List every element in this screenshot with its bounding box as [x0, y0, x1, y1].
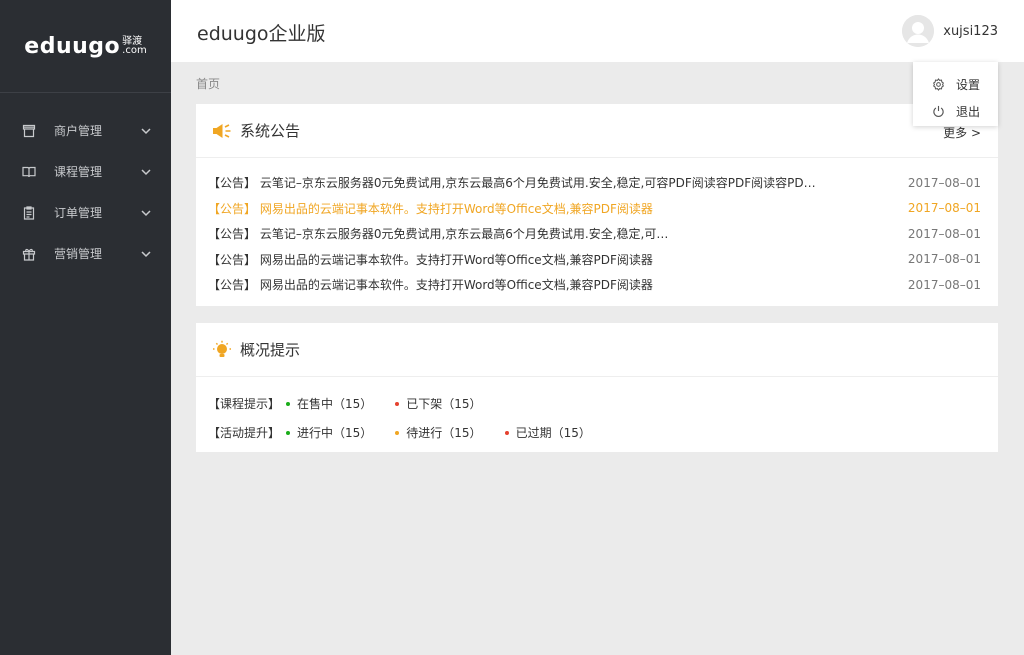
- gift-icon: [22, 247, 36, 261]
- notice-date: 2017–08–01: [907, 252, 981, 267]
- notice-panel: 系统公告 更多 > 【公告】 云笔记–京东云服务器0元免费试用,京东云最高6个月…: [196, 104, 998, 306]
- logo-text: eduugo: [24, 33, 121, 59]
- status-dot: [286, 430, 290, 435]
- status-dot: [395, 401, 400, 406]
- store-icon: [22, 124, 36, 138]
- notice-date: 2017–08–01: [907, 175, 981, 190]
- notice-text: 【公告】 网易出品的云端记事本软件。支持打开Word等Office文档,兼容PD…: [208, 278, 653, 293]
- sidebar-item-marketing[interactable]: 营销管理: [0, 233, 171, 274]
- notice-list: 【公告】 云笔记–京东云服务器0元免费试用,京东云最高6个月免费试用.安全,稳定…: [196, 158, 998, 298]
- status-dot: [395, 430, 400, 435]
- overview-panel: 概况提示 【课程提示】 在售中（15） 已下架（15） 【活动提升】 进行中（1…: [196, 323, 998, 452]
- notice-text: 【公告】 网易出品的云端记事本软件。支持打开Word等Office文档,兼容PD…: [208, 201, 653, 216]
- sidebar: eduugo 驿渡 .com 商户管理 课程管理 订单管理 营销管理: [0, 0, 171, 655]
- settings-label: 设置: [956, 78, 981, 92]
- stat-expired[interactable]: 已过期（15）: [504, 424, 591, 441]
- stat-on-sale[interactable]: 在售中（15）: [286, 395, 372, 412]
- avatar: [902, 15, 935, 47]
- notice-item[interactable]: 【公告】 网易出品的云端记事本软件。支持打开Word等Office文档,兼容PD…: [196, 272, 998, 298]
- notice-panel-title: 系统公告: [240, 122, 301, 140]
- sidebar-item-course[interactable]: 课程管理: [0, 151, 171, 192]
- notice-text: 【公告】 网易出品的云端记事本软件。支持打开Word等Office文档,兼容PD…: [208, 252, 653, 267]
- logout-label: 退出: [956, 105, 981, 119]
- settings-menu-item[interactable]: 设置: [913, 71, 998, 98]
- notice-date: 2017–08–01: [907, 226, 981, 241]
- stat-off-shelf[interactable]: 已下架（15）: [395, 395, 482, 412]
- notice-text: 【公告】 云笔记–京东云服务器0元免费试用,京东云最高6个月免费试用.安全,稳定…: [208, 176, 816, 191]
- chevron-down-icon: [141, 126, 151, 136]
- notice-item[interactable]: 【公告】 网易出品的云端记事本软件。支持打开Word等Office文档,兼容PD…: [196, 196, 998, 222]
- notice-item[interactable]: 【公告】 网易出品的云端记事本软件。支持打开Word等Office文档,兼容PD…: [196, 247, 998, 273]
- sidebar-item-label: 课程管理: [54, 165, 103, 179]
- notice-item[interactable]: 【公告】 云笔记–京东云服务器0元免费试用,京东云最高6个月免费试用.安全,稳定…: [196, 221, 998, 247]
- overview-row-label: 【活动提升】: [208, 426, 281, 440]
- logout-menu-item[interactable]: 退出: [913, 98, 998, 125]
- notice-date: 2017–08–01: [907, 277, 981, 292]
- megaphone-icon: [212, 121, 232, 141]
- user-dropdown: 设置 退出: [913, 62, 998, 126]
- sidebar-menu: 商户管理 课程管理 订单管理 营销管理: [0, 93, 171, 274]
- chevron-down-icon: [141, 249, 151, 259]
- chevron-down-icon: [141, 208, 151, 218]
- notice-item[interactable]: 【公告】 云笔记–京东云服务器0元免费试用,京东云最高6个月免费试用.安全,稳定…: [196, 170, 998, 196]
- app-title: eduugo企业版: [197, 23, 326, 45]
- more-link[interactable]: 更多 >: [943, 124, 981, 141]
- lightbulb-icon: [212, 340, 232, 360]
- breadcrumb[interactable]: 首页: [196, 75, 220, 92]
- overview-list: 【课程提示】 在售中（15） 已下架（15） 【活动提升】 进行中（15） 待进…: [196, 377, 998, 447]
- book-icon: [22, 165, 36, 179]
- sidebar-item-label: 商户管理: [54, 124, 103, 138]
- status-dot: [286, 401, 290, 406]
- username: xujsi123: [943, 23, 998, 39]
- stat-in-progress[interactable]: 进行中（15）: [286, 424, 372, 441]
- overview-row: 【活动提升】 进行中（15） 待进行（15） 已过期（15）: [196, 418, 998, 447]
- overview-row-label: 【课程提示】: [208, 397, 281, 411]
- user-menu-trigger[interactable]: xujsi123: [902, 15, 998, 47]
- sidebar-item-merchant[interactable]: 商户管理: [0, 110, 171, 151]
- logo[interactable]: eduugo 驿渡 .com: [0, 0, 171, 93]
- overview-panel-title: 概况提示: [240, 341, 301, 359]
- gear-icon: [932, 78, 945, 91]
- clipboard-icon: [22, 205, 36, 220]
- sidebar-item-label: 订单管理: [54, 206, 103, 220]
- top-header: eduugo企业版 xujsi123: [171, 0, 1024, 62]
- overview-row: 【课程提示】 在售中（15） 已下架（15）: [196, 389, 998, 418]
- notice-panel-header: 系统公告 更多 >: [196, 104, 998, 158]
- sidebar-item-order[interactable]: 订单管理: [0, 192, 171, 233]
- power-icon: [932, 105, 945, 118]
- status-dot: [504, 430, 509, 435]
- stat-pending[interactable]: 待进行（15）: [395, 424, 482, 441]
- notice-text: 【公告】 云笔记–京东云服务器0元免费试用,京东云最高6个月免费试用.安全,稳定…: [208, 227, 669, 242]
- chevron-down-icon: [141, 167, 151, 177]
- sidebar-item-label: 营销管理: [54, 247, 103, 261]
- logo-com-text: .com: [122, 45, 147, 56]
- notice-date: 2017–08–01: [907, 201, 981, 216]
- overview-panel-header: 概况提示: [196, 323, 998, 377]
